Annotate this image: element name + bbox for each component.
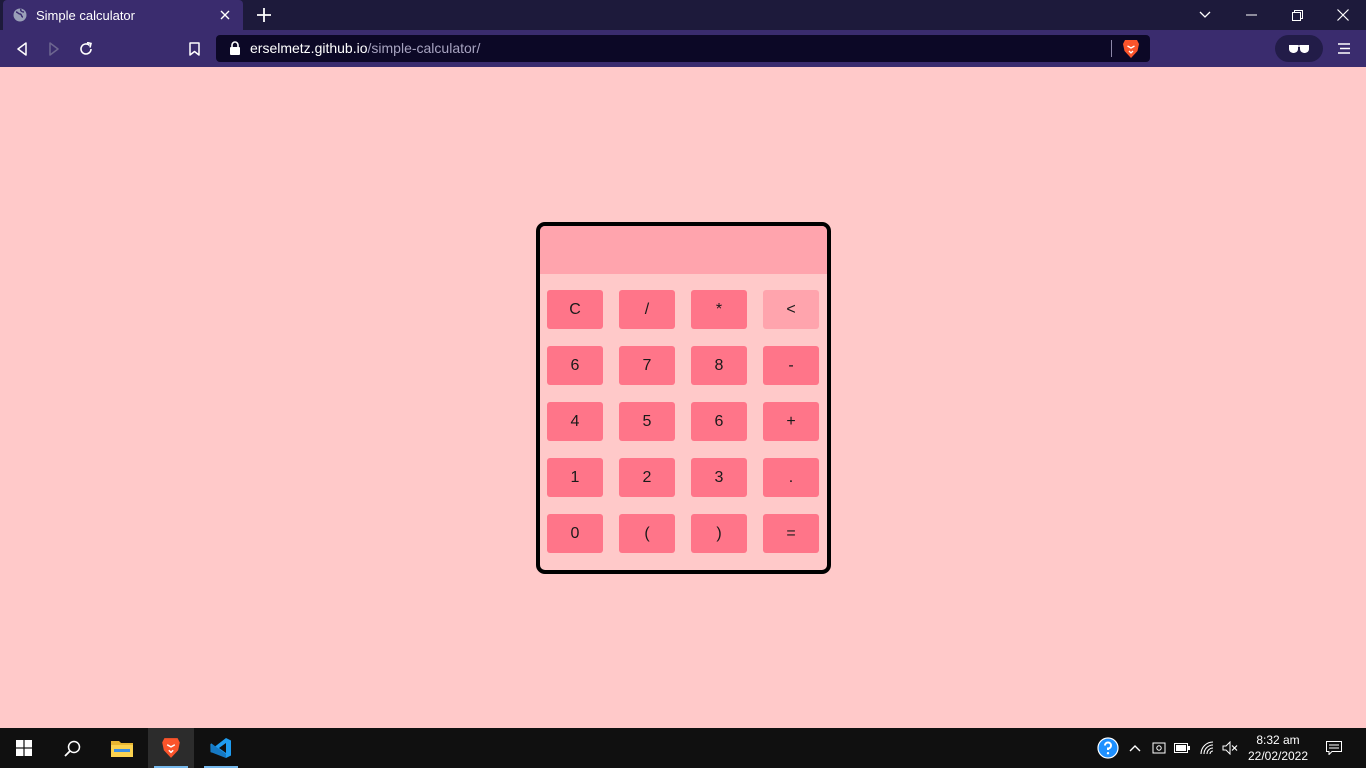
lock-icon (229, 41, 241, 55)
minimize-button[interactable] (1228, 0, 1274, 30)
key-4[interactable]: 4 (547, 402, 603, 441)
key-decimal[interactable]: . (763, 458, 819, 497)
key-open-paren[interactable]: ( (619, 514, 675, 553)
windows-logo-icon[interactable] (0, 728, 48, 768)
back-button[interactable] (12, 39, 32, 59)
battery-icon[interactable] (1172, 728, 1192, 768)
key-1[interactable]: 1 (547, 458, 603, 497)
key-clear[interactable]: C (547, 290, 603, 329)
new-tab-button[interactable] (254, 5, 274, 25)
calculator-display (540, 226, 827, 274)
hamburger-icon[interactable] (1334, 38, 1354, 58)
globe-icon (13, 8, 27, 22)
wifi-icon[interactable] (1197, 728, 1217, 768)
address-bar[interactable]: erselmetz.github.io/simple-calculator/ (216, 35, 1150, 62)
browser-tab[interactable]: Simple calculator (3, 0, 243, 30)
key-2[interactable]: 2 (619, 458, 675, 497)
clock-time: 8:32 am (1256, 733, 1300, 747)
help-icon[interactable] (1095, 728, 1121, 768)
tab-search-chevron-icon[interactable] (1182, 0, 1228, 30)
close-window-button[interactable] (1320, 0, 1366, 30)
volume-muted-icon[interactable] (1220, 728, 1240, 768)
key-divide[interactable]: / (619, 290, 675, 329)
key-equals[interactable]: = (763, 514, 819, 553)
chevron-up-icon[interactable] (1125, 728, 1145, 768)
key-minus[interactable]: - (763, 346, 819, 385)
key-multiply[interactable]: * (691, 290, 747, 329)
url-path: /simple-calculator/ (367, 40, 481, 56)
address-bar-divider (1111, 40, 1112, 57)
key-plus[interactable]: + (763, 402, 819, 441)
close-tab-icon[interactable] (217, 7, 233, 23)
vscode-icon[interactable] (198, 728, 244, 768)
reload-button[interactable] (76, 39, 96, 59)
key-6[interactable]: 6 (691, 402, 747, 441)
brave-shields-icon[interactable] (1122, 39, 1140, 59)
url-text: erselmetz.github.io/simple-calculator/ (250, 35, 480, 62)
taskbar-brave-icon[interactable] (148, 728, 194, 768)
forward-button[interactable] (44, 39, 64, 59)
browser-tab-strip: Simple calculator (0, 0, 1366, 30)
key-3[interactable]: 3 (691, 458, 747, 497)
meet-now-icon[interactable] (1149, 728, 1169, 768)
key-close-paren[interactable]: ) (691, 514, 747, 553)
tab-title: Simple calculator (36, 7, 135, 23)
restore-button[interactable] (1274, 0, 1320, 30)
glasses-icon[interactable] (1275, 35, 1323, 62)
taskbar: 8:32 am 22/02/2022 (0, 728, 1366, 768)
search-icon[interactable] (48, 728, 96, 768)
key-0[interactable]: 0 (547, 514, 603, 553)
file-explorer-icon[interactable] (98, 728, 146, 768)
url-host: erselmetz.github.io (250, 40, 368, 56)
key-6-top[interactable]: 6 (547, 346, 603, 385)
bookmark-icon[interactable] (184, 39, 204, 59)
calculator: C / * < 6 7 8 - 4 5 6 + 1 2 3 . 0 ( ) = (536, 222, 831, 574)
key-8[interactable]: 8 (691, 346, 747, 385)
system-clock[interactable]: 8:32 am 22/02/2022 (1244, 728, 1312, 768)
keypad: C / * < 6 7 8 - 4 5 6 + 1 2 3 . 0 ( ) = (547, 290, 823, 553)
key-backspace[interactable]: < (763, 290, 819, 329)
key-7[interactable]: 7 (619, 346, 675, 385)
clock-date: 22/02/2022 (1247, 749, 1309, 763)
key-5[interactable]: 5 (619, 402, 675, 441)
notifications-icon[interactable] (1322, 728, 1346, 768)
